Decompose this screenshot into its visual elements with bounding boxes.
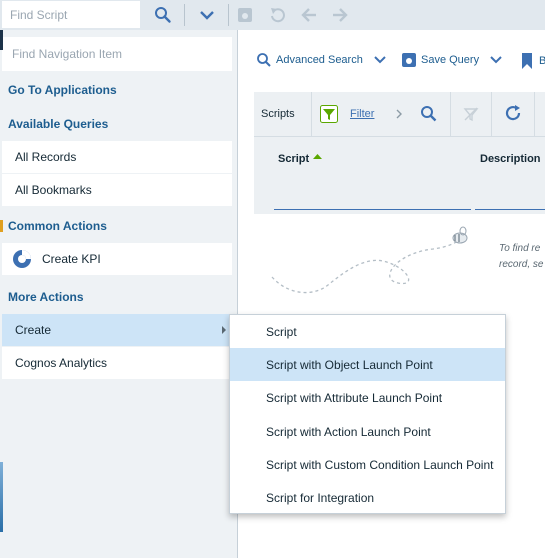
toolbar-divider [450,92,451,136]
save-query-button[interactable]: Save Query [401,52,503,68]
more-actions-heading[interactable]: More Actions [8,290,84,304]
toolbar-divider [491,92,492,136]
caret-right-icon [222,326,226,334]
query-label: All Bookmarks [15,183,92,197]
menu-item-script-custom-condition-launch-point[interactable]: Script with Custom Condition Launch Poin… [230,448,505,481]
create-kpi-label: Create KPI [42,252,101,266]
save-query-icon [402,53,416,67]
cognos-analytics-item[interactable]: Cognos Analytics [2,347,232,379]
bookmark-label: B [539,55,545,67]
next-record-button[interactable] [328,0,352,30]
search-icon[interactable] [420,105,438,123]
menu-item-script-for-integration[interactable]: Script for Integration [230,481,505,514]
save-query-label: Save Query [421,54,480,66]
search-button[interactable] [146,0,180,30]
column-header-script[interactable]: Script [278,153,323,165]
find-navigation-item-input[interactable] [2,37,232,71]
toolbar-divider [184,4,185,26]
menu-item-script-action-launch-point[interactable]: Script with Action Launch Point [230,415,505,448]
arrow-left-icon [301,8,316,22]
refresh-icon[interactable] [504,104,522,122]
script-filter-field[interactable] [274,209,471,210]
column-header-label: Script [278,153,310,165]
undo-button[interactable] [265,0,289,30]
previous-record-button[interactable] [297,0,321,30]
query-label: All Records [15,150,77,164]
empty-state-bee-illustration [271,226,468,294]
create-kpi-action[interactable]: Create KPI [2,243,232,275]
menu-item-script-attribute-launch-point[interactable]: Script with Attribute Launch Point [230,381,505,414]
sort-ascending-icon [313,154,323,159]
background-strip [0,30,3,50]
kpi-icon [13,250,31,268]
create-menu-item[interactable]: Create [2,314,232,346]
query-all-bookmarks[interactable]: All Bookmarks [2,174,232,206]
bookmark-icon [522,53,532,69]
divider [254,136,545,137]
bookmark-button[interactable]: B [521,52,545,70]
advanced-search-button[interactable]: Advanced Search [256,52,387,68]
advanced-search-label: Advanced Search [276,54,363,66]
filter-icon[interactable] [320,105,338,123]
toolbar-divider [228,4,229,26]
common-actions-heading[interactable]: Common Actions [8,219,107,233]
menu-item-script-object-launch-point[interactable]: Script with Object Launch Point [230,348,505,381]
search-icon [155,7,171,23]
clear-filter-icon[interactable] [462,105,480,123]
undo-icon [271,8,285,23]
menu-item-script[interactable]: Script [230,315,505,348]
empty-state-hint: To find re record, se [499,243,544,270]
background-strip [0,462,3,532]
find-script-input[interactable] [2,1,140,28]
toolbar-divider [311,92,312,136]
search-icon [257,53,271,67]
background-strip [0,220,3,232]
toolbar-divider [534,92,535,136]
column-header-description[interactable]: Description [480,153,541,165]
cognos-analytics-label: Cognos Analytics [15,356,108,370]
description-filter-field[interactable] [475,209,545,210]
top-toolbar [0,0,545,31]
search-options-button[interactable] [190,0,224,30]
table-title: Scripts [261,108,295,120]
arrow-right-icon [333,8,348,22]
chevron-down-icon [490,56,502,64]
table-header: Script Description [254,136,545,214]
save-icon [238,8,252,22]
available-queries-heading[interactable]: Available Queries [8,117,108,131]
table-toolbar: Scripts Filter [254,92,545,136]
chevron-down-icon [374,56,386,64]
chevron-right-icon [396,109,402,119]
create-submenu: Script Script with Object Launch Point S… [229,314,506,514]
query-all-records[interactable]: All Records [2,141,232,173]
create-label: Create [15,323,52,337]
go-to-applications-link[interactable]: Go To Applications [8,83,117,97]
save-record-button[interactable] [233,0,257,30]
filter-link[interactable]: Filter [350,108,374,120]
navigation-panel: Go To Applications Available Queries All… [0,30,238,558]
chevron-down-icon [200,11,214,20]
